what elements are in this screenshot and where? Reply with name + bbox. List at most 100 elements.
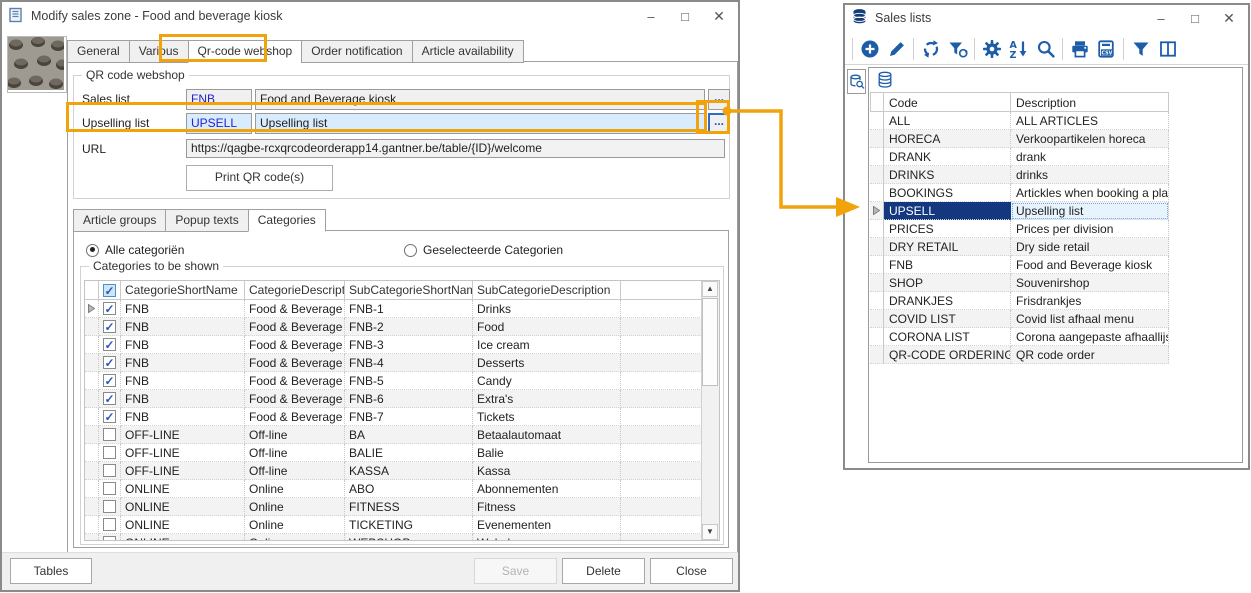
filter-icon[interactable] [1127, 36, 1154, 62]
maximize-button[interactable]: □ [1178, 5, 1212, 31]
print-qr-codes-button[interactable]: Print QR code(s) [186, 165, 333, 191]
table-row[interactable]: FNBFood & BeverageFNB-6Extra's [85, 390, 702, 408]
row-checkbox[interactable] [103, 410, 116, 423]
sales-list-browse-button[interactable]: ... [708, 89, 730, 110]
table-row[interactable]: OFF-LINEOff-lineBALIEBalie [85, 444, 702, 462]
row-checkbox[interactable] [103, 428, 116, 441]
list-item[interactable]: SHOPSouvenirshop [870, 274, 1170, 292]
list-item[interactable]: COVID LISTCovid list afhaal menu [870, 310, 1170, 328]
cell-code: BOOKINGS [884, 184, 1011, 202]
row-checkbox[interactable] [103, 356, 116, 369]
table-row[interactable]: FNBFood & BeverageFNB-2Food [85, 318, 702, 336]
list-item[interactable]: UPSELLUpselling list [870, 202, 1170, 220]
table-row[interactable]: ONLINEOnlineFITNESSFitness [85, 498, 702, 516]
grid-vertical-scrollbar[interactable]: ▲ ▼ [701, 281, 719, 540]
tab-article-availability[interactable]: Article availability [412, 40, 524, 63]
close-icon[interactable]: ✕ [1212, 5, 1246, 31]
filter-reset-icon[interactable] [944, 36, 971, 62]
close-button[interactable]: Close [650, 558, 733, 584]
row-checkbox[interactable] [103, 500, 116, 513]
column-header-categoriedescription[interactable]: CategorieDescription [245, 281, 345, 300]
list-item[interactable]: CORONA LISTCorona aangepaste afhaallijst [870, 328, 1170, 346]
delete-button[interactable]: Delete [562, 558, 645, 584]
print-export-icon[interactable]: CSV [1093, 36, 1120, 62]
sales-list-description-field[interactable]: Food and Beverage kiosk [255, 89, 705, 110]
upselling-list-browse-button[interactable]: ... [708, 113, 730, 134]
radio-alle-categori-n[interactable]: Alle categoriën [86, 243, 184, 257]
table-row[interactable]: OFF-LINEOff-lineKASSAKassa [85, 462, 702, 480]
radio-circle[interactable] [404, 244, 417, 257]
print-icon[interactable] [1066, 36, 1093, 62]
table-row[interactable]: FNBFood & BeverageFNB-7Tickets [85, 408, 702, 426]
close-icon[interactable]: ✕ [702, 2, 736, 30]
row-checkbox[interactable] [103, 392, 116, 405]
table-row[interactable]: OFF-LINEOff-lineBABetaalautomaat [85, 426, 702, 444]
edit-icon[interactable] [883, 36, 910, 62]
subtab-popup-texts[interactable]: Popup texts [165, 209, 247, 232]
refresh-icon[interactable] [917, 36, 944, 62]
sales-list-code-field[interactable]: FNB [186, 89, 252, 110]
select-all-checkbox[interactable] [103, 284, 116, 297]
cell-subcategorieshortname: FNB-5 [345, 372, 473, 390]
sort-az-icon[interactable]: AZ [1005, 36, 1032, 62]
column-header-subcategoriedescription[interactable]: SubCategorieDescription [473, 281, 621, 300]
column-header-subcategorieshortname[interactable]: SubCategorieShortName [345, 281, 473, 300]
list-item[interactable]: FNBFood and Beverage kiosk [870, 256, 1170, 274]
row-checkbox[interactable] [103, 464, 116, 477]
row-checkbox[interactable] [103, 338, 116, 351]
row-checkbox[interactable] [103, 536, 116, 540]
radio-geselecteerde-categorien[interactable]: Geselecteerde Categorien [404, 243, 563, 257]
tab-various[interactable]: Various [129, 40, 188, 63]
table-row[interactable]: ONLINEOnlineABOAbonnementen [85, 480, 702, 498]
list-item[interactable]: DRANKdrank [870, 148, 1170, 166]
scroll-up-button[interactable]: ▲ [702, 281, 718, 297]
settings-icon[interactable] [978, 36, 1005, 62]
upselling-list-code-field[interactable]: UPSELL [186, 113, 252, 134]
search-icon[interactable] [1032, 36, 1059, 62]
row-checkbox[interactable] [103, 374, 116, 387]
minimize-button[interactable]: – [634, 2, 668, 30]
cell-code: QR-CODE ORDERING [884, 346, 1011, 364]
maximize-button[interactable]: □ [668, 2, 702, 30]
column-header-code[interactable]: Code [884, 92, 1011, 112]
database-search-side-tab[interactable] [847, 69, 866, 94]
list-item[interactable]: QR-CODE ORDERINGQR code order [870, 346, 1170, 364]
list-item[interactable]: BOOKINGSArtickles when booking a place [870, 184, 1170, 202]
tab-general[interactable]: General [67, 40, 129, 63]
column-header-description[interactable]: Description [1011, 92, 1169, 112]
tables-button[interactable]: Tables [10, 558, 92, 584]
list-item[interactable]: HORECAVerkoopartikelen horeca [870, 130, 1170, 148]
row-selector [870, 292, 884, 310]
list-item[interactable]: DRINKSdrinks [870, 166, 1170, 184]
list-item[interactable]: DRY RETAILDry side retail [870, 238, 1170, 256]
add-icon[interactable] [856, 36, 883, 62]
columns-icon[interactable] [1154, 36, 1181, 62]
row-checkbox[interactable] [103, 482, 116, 495]
table-row[interactable]: ONLINEOnlineTICKETINGEvenementen [85, 516, 702, 534]
tab-order-notification[interactable]: Order notification [301, 40, 411, 63]
table-row[interactable]: FNBFood & BeverageFNB-5Candy [85, 372, 702, 390]
row-checkbox[interactable] [103, 518, 116, 531]
subtab-article-groups[interactable]: Article groups [73, 209, 165, 232]
list-item[interactable]: ALLALL ARTICLES [870, 112, 1170, 130]
tab-qr-code-webshop[interactable]: Qr-code webshop [188, 40, 302, 63]
list-item[interactable]: PRICESPrices per division [870, 220, 1170, 238]
grid-header-selector [85, 281, 99, 300]
database-view-tab[interactable] [873, 70, 897, 90]
row-checkbox[interactable] [103, 302, 116, 315]
table-row[interactable]: FNBFood & BeverageFNB-4Desserts [85, 354, 702, 372]
row-checkbox[interactable] [103, 446, 116, 459]
minimize-button[interactable]: – [1144, 5, 1178, 31]
table-row[interactable]: FNBFood & BeverageFNB-1Drinks [85, 300, 702, 318]
upselling-list-description-field[interactable]: Upselling list [255, 113, 705, 134]
row-checkbox[interactable] [103, 320, 116, 333]
list-item[interactable]: DRANKJESFrisdrankjes [870, 292, 1170, 310]
url-field[interactable]: https://qagbe-rcxqrcodeorderapp14.gantne… [186, 139, 725, 158]
column-header-categorieshortname[interactable]: CategorieShortName [121, 281, 245, 300]
table-row[interactable]: FNBFood & BeverageFNB-3Ice cream [85, 336, 702, 354]
radio-circle[interactable] [86, 244, 99, 257]
scroll-down-button[interactable]: ▼ [702, 524, 718, 540]
subtab-categories[interactable]: Categories [248, 209, 326, 232]
scroll-thumb[interactable] [702, 298, 718, 386]
table-row[interactable]: ONLINEOnlineWEBSHOPWebshop [85, 534, 702, 540]
